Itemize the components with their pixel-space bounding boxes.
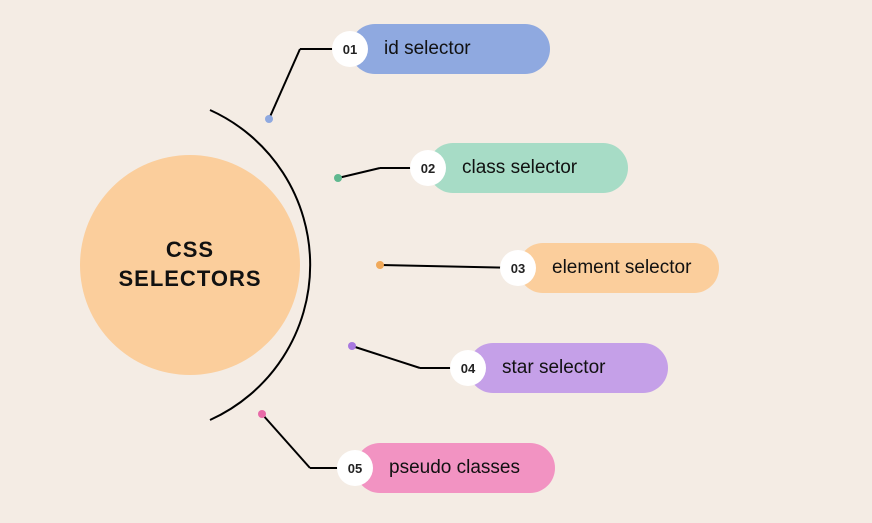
branch-pill: star selector [468,343,668,393]
branch-number: 05 [337,450,373,486]
branch-label: pseudo classes [389,457,520,479]
branch-label: star selector [502,357,605,379]
branch-pseudo-classes: 05 pseudo classes [337,443,555,493]
branch-number: 02 [410,150,446,186]
branch-number: 04 [450,350,486,386]
branch-number: 03 [500,250,536,286]
branch-pill: class selector [428,143,628,193]
central-topic: CSSSELECTORS [80,155,300,375]
branch-pill: id selector [350,24,550,74]
branch-pill: element selector [518,243,719,293]
branch-star-selector: 04 star selector [450,343,668,393]
branch-class-selector: 02 class selector [410,143,628,193]
branch-id-selector: 01 id selector [332,24,550,74]
central-title: CSSSELECTORS [118,236,261,293]
branch-label: id selector [384,38,471,60]
branch-label: element selector [552,257,691,279]
branch-number: 01 [332,31,368,67]
branch-label: class selector [462,157,577,179]
branch-element-selector: 03 element selector [500,243,719,293]
branch-pill: pseudo classes [355,443,555,493]
